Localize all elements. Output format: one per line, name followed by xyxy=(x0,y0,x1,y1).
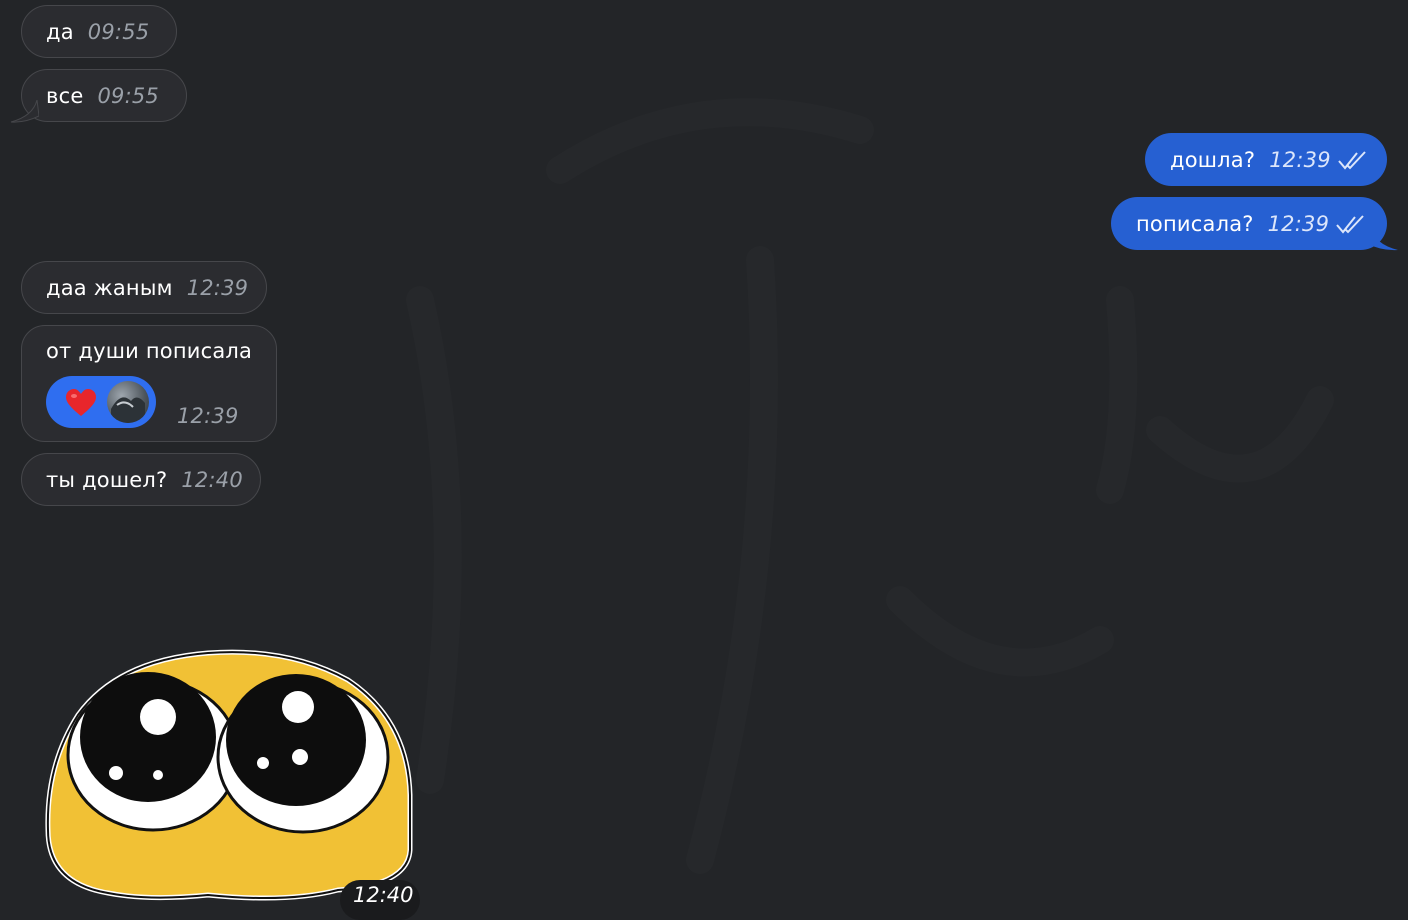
cute-pleading-face-sticker[interactable] xyxy=(38,645,418,904)
message-time: 12:39 xyxy=(186,275,249,300)
message-time: 09:55 xyxy=(87,19,150,44)
message-text: дошла? xyxy=(1170,147,1256,172)
message-text: пописала? xyxy=(1136,211,1254,236)
message-bubble-incoming[interactable]: все 09:55 xyxy=(21,69,187,122)
message-text: да xyxy=(46,19,74,44)
message-bubble-incoming[interactable]: даа жаным 12:39 xyxy=(21,261,267,314)
double-check-read-icon xyxy=(1338,150,1366,170)
message-time: 09:55 xyxy=(97,83,159,108)
message-time: 12:39 xyxy=(177,404,239,428)
bubble-tail-icon xyxy=(1368,226,1398,251)
message-bubble-incoming[interactable]: ты дошел? 12:40 xyxy=(21,453,261,506)
avatar-image-icon xyxy=(111,397,145,423)
message-time: 12:39 xyxy=(1269,147,1331,172)
message-bubble-outgoing[interactable]: дошла? 12:39 xyxy=(1145,133,1387,186)
heart-icon xyxy=(66,389,96,416)
message-text: ты дошел? xyxy=(46,467,168,492)
message-bubble-outgoing[interactable]: пописала? 12:39 xyxy=(1111,197,1387,250)
message-text: все xyxy=(46,83,84,108)
message-bubble-incoming[interactable]: да 09:55 xyxy=(21,5,177,58)
reaction-badge[interactable] xyxy=(46,376,156,428)
double-check-read-icon xyxy=(1336,214,1364,234)
reactor-avatar xyxy=(107,381,149,423)
sticker-time-badge: 12:40 xyxy=(340,880,420,920)
message-time: 12:39 xyxy=(1267,211,1330,236)
message-text: от души пописала xyxy=(46,339,253,363)
message-text: даа жаным xyxy=(46,275,173,300)
message-time: 12:40 xyxy=(181,467,243,492)
message-bubble-incoming[interactable]: от души пописала 12:39 xyxy=(21,325,277,442)
bubble-tail-icon xyxy=(10,100,39,123)
